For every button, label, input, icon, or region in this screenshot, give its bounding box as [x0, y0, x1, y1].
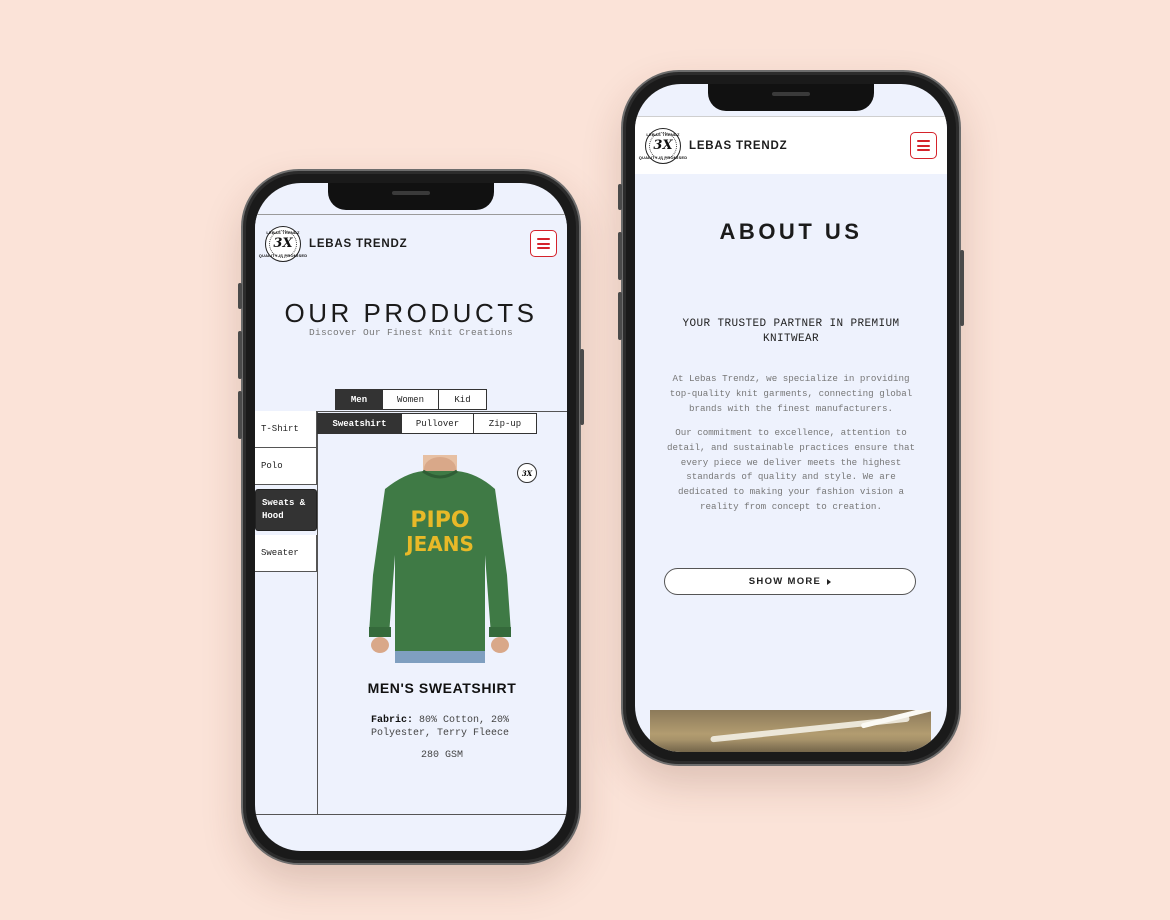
show-more-button[interactable]: SHOW MORE — [664, 568, 916, 595]
print-text-2: JEANS — [404, 532, 474, 556]
product-name: MEN'S SWEATSHIRT — [367, 680, 517, 696]
notch — [708, 84, 874, 111]
category-sidebar: T-Shirt Polo Sweats & Hood Sweater — [255, 411, 317, 572]
product-badge-logo: 3X — [517, 463, 537, 483]
print-text-1: PIPO — [410, 508, 469, 533]
speaker — [772, 92, 810, 96]
navbar: LEBAS TRENDZ 3X QUALITY IS PROMISED LEBA… — [255, 214, 567, 272]
navbar: LEBAS TRENDZ 3X QUALITY IS PROMISED LEBA… — [635, 116, 947, 174]
product-image[interactable]: PIPO JEANS — [365, 455, 515, 663]
category-polo[interactable]: Polo — [255, 448, 317, 485]
logo-bottom-text: QUALITY IS PROMISED — [638, 154, 688, 160]
tab-pullover[interactable]: Pullover — [402, 413, 474, 434]
about-tagline: YOUR TRUSTED PARTNER IN PREMIUM KNITWEAR — [682, 318, 900, 345]
show-more-label: SHOW MORE — [748, 576, 822, 587]
page-subtitle: Discover Our Finest Knit Creations — [308, 327, 514, 338]
speaker — [392, 191, 430, 195]
tab-sweatshirt[interactable]: Sweatshirt — [317, 413, 402, 434]
divider — [255, 814, 567, 815]
category-sweats-hood[interactable]: Sweats & Hood — [255, 489, 317, 531]
about-paragraph-1: At Lebas Trendz, we specialize in provid… — [669, 373, 913, 414]
side-button — [238, 283, 242, 309]
brand-name[interactable]: LEBAS TRENDZ — [689, 140, 787, 152]
side-button — [618, 292, 622, 340]
logo-top-text: LEBAS TRENDZ — [646, 131, 680, 137]
product-gsm: 280 GSM — [420, 750, 463, 761]
page-title: ABOUT US — [719, 219, 863, 244]
notch — [328, 183, 494, 210]
logo-top-text: LEBAS TRENDZ — [266, 229, 300, 235]
logo-bottom-text: QUALITY IS PROMISED — [258, 252, 308, 258]
page-title: OUR PRODUCTS — [284, 298, 538, 328]
hamburger-menu-icon[interactable] — [910, 132, 937, 159]
tab-men[interactable]: Men — [335, 389, 383, 410]
tab-zip-up[interactable]: Zip-up — [474, 413, 537, 434]
tab-women[interactable]: Women — [383, 389, 439, 410]
about-paragraph-2: Our commitment to excellence, attention … — [666, 427, 916, 512]
category-tshirt[interactable]: T-Shirt — [255, 411, 317, 448]
side-button — [238, 331, 242, 379]
tab-kid[interactable]: Kid — [439, 389, 487, 410]
category-sweater[interactable]: Sweater — [255, 535, 317, 572]
product-fabric: Fabric: 80% Cotton, 20% Polyester, Terry… — [345, 714, 535, 740]
about-photo — [650, 710, 931, 752]
fabric-label: Fabric: — [370, 715, 413, 726]
brand-logo[interactable]: LEBAS TRENDZ 3X QUALITY IS PROMISED — [259, 225, 307, 262]
side-button — [618, 184, 622, 210]
hamburger-menu-icon[interactable] — [530, 230, 557, 257]
side-button — [580, 349, 584, 425]
brand-name[interactable]: LEBAS TRENDZ — [309, 238, 407, 250]
phone-frame-about: LEBAS TRENDZ 3X QUALITY IS PROMISED LEBA… — [618, 70, 964, 766]
side-button — [618, 232, 622, 280]
brand-logo[interactable]: LEBAS TRENDZ 3X QUALITY IS PROMISED — [639, 127, 687, 164]
phone-frame-products: LEBAS TRENDZ 3X QUALITY IS PROMISED LEBA… — [238, 169, 584, 865]
side-button — [960, 250, 964, 326]
subcategory-tabs: Sweatshirt Pullover Zip-up — [317, 413, 537, 434]
side-button — [238, 391, 242, 439]
screen-products: LEBAS TRENDZ 3X QUALITY IS PROMISED LEBA… — [255, 183, 567, 851]
screen-about: LEBAS TRENDZ 3X QUALITY IS PROMISED LEBA… — [635, 84, 947, 752]
triangle-right-icon — [827, 578, 832, 585]
gender-tabs: Men Women Kid — [335, 389, 487, 410]
